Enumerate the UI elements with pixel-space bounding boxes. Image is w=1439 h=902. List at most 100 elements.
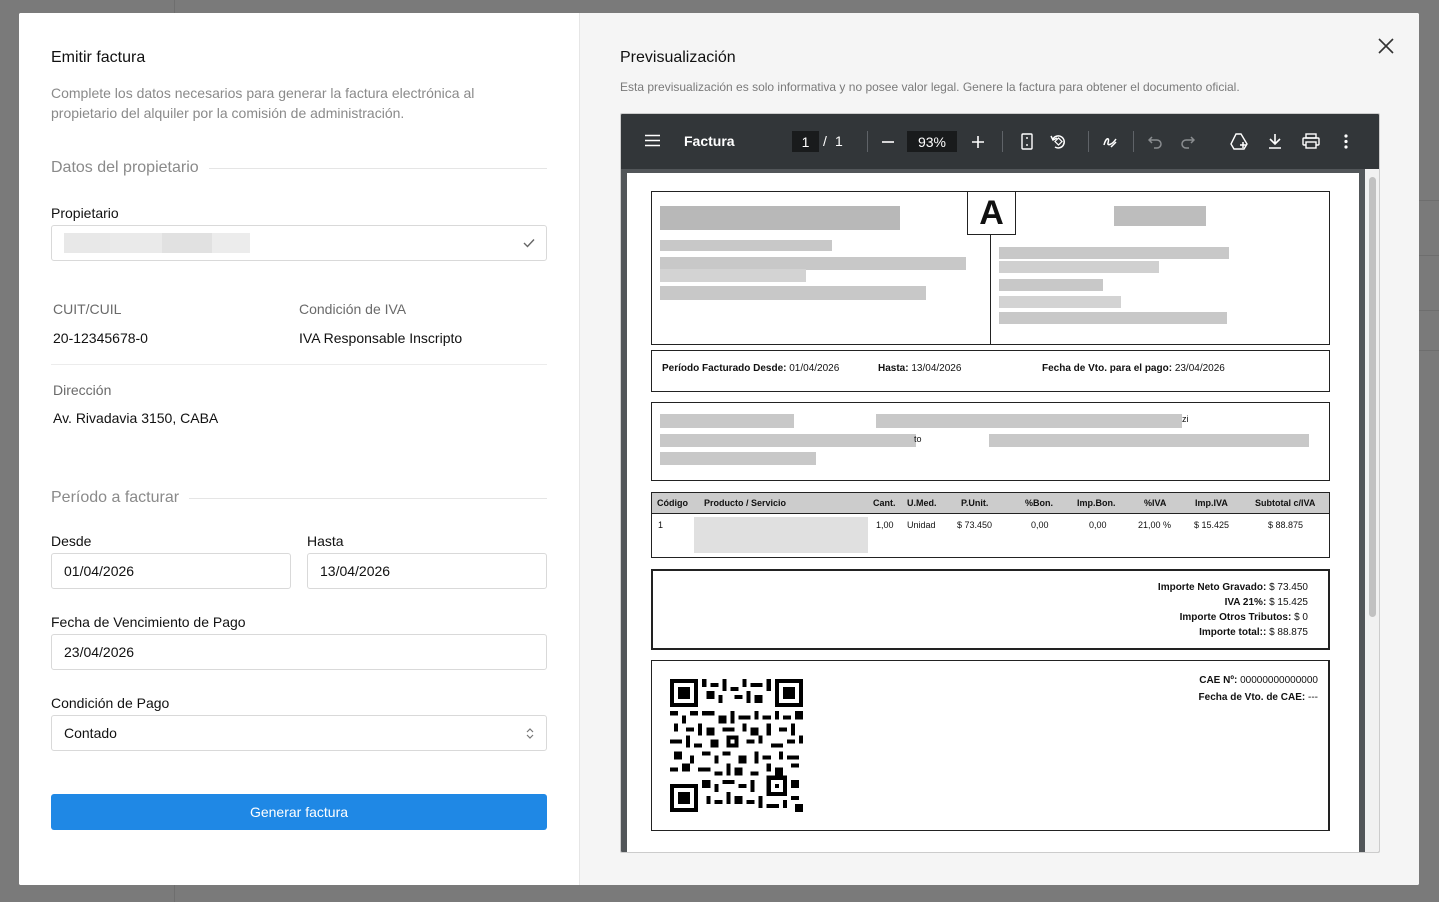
address-label: Dirección: [53, 382, 112, 398]
cuit-value: 20-12345678-0: [53, 330, 148, 346]
menu-icon[interactable]: [645, 134, 660, 147]
to-date-input[interactable]: 13/04/2026: [307, 553, 547, 589]
undo-icon[interactable]: [1148, 135, 1163, 149]
owner-section-title: Datos del propietario: [51, 159, 199, 176]
due-date-label: Fecha de Vencimiento de Pago: [51, 614, 246, 630]
scrollbar-thumb[interactable]: [1369, 177, 1376, 617]
from-date-input[interactable]: 01/04/2026: [51, 553, 291, 589]
redo-icon[interactable]: [1180, 135, 1195, 149]
invoice-page: A Período Facturado Desde: 01/04/2026 Ha…: [627, 173, 1359, 852]
owner-label: Propietario: [51, 205, 119, 221]
col-header: U.Med.: [907, 498, 937, 508]
section-divider: [189, 497, 547, 499]
invoice-info-redacted: [999, 312, 1227, 324]
background-row-divider: [1419, 350, 1439, 351]
pdf-toolbar: Factura 1 / 1 93%: [621, 114, 1379, 169]
col-header: %Bon.: [1025, 498, 1053, 508]
col-header: P.Unit.: [961, 498, 989, 508]
print-icon[interactable]: [1302, 133, 1320, 149]
period-section-header: Período a facturar: [51, 488, 547, 508]
iva-total-value: $ 15.425: [1269, 597, 1308, 608]
page-number-input[interactable]: 1: [792, 131, 819, 152]
preview-description: Esta previsualización es solo informativ…: [620, 80, 1240, 94]
cae-due-label: Fecha de Vto. de CAE:: [1198, 692, 1306, 703]
preview-title: Previsualización: [620, 49, 736, 66]
period-from-value: 01/04/2026: [789, 363, 840, 374]
iva-condition-label: Condición de IVA: [299, 301, 407, 317]
payment-condition-select[interactable]: Contado: [51, 715, 547, 751]
totals-box: Importe Neto Gravado: $ 73.450 IVA 21%: …: [651, 569, 1330, 650]
background-row-divider: [1419, 255, 1439, 256]
cae-label: CAE Nº:: [1199, 675, 1238, 686]
zoom-out-icon[interactable]: [882, 141, 894, 143]
fit-page-icon[interactable]: [1021, 133, 1033, 150]
background-row-divider: [1419, 310, 1439, 311]
qr-code-icon: [670, 679, 803, 812]
issuer-info-redacted: [660, 240, 832, 251]
col-header: Subtotal c/IVA: [1255, 498, 1316, 508]
pdf-viewer: Factura 1 / 1 93% A Período Facturado De…: [620, 113, 1380, 853]
row-cell: 21,00 %: [1138, 520, 1172, 530]
zoom-in-icon[interactable]: [972, 136, 984, 148]
cae-box: CAE Nº: 00000000000000 Fecha de Vto. de …: [651, 660, 1330, 831]
client-info-redacted: [876, 414, 1182, 428]
cuit-label: CUIT/CUIL: [53, 301, 122, 317]
col-header: Imp.Bon.: [1077, 498, 1116, 508]
neto-value: $ 73.450: [1269, 582, 1308, 593]
drive-save-icon[interactable]: [1230, 133, 1248, 150]
due-date-pdf-value: 23/04/2026: [1174, 363, 1225, 374]
items-table: Código Producto / Servicio Cant. U.Med. …: [651, 492, 1330, 558]
details-divider: [51, 364, 547, 365]
invoice-info-redacted: [999, 247, 1229, 259]
pdf-doc-title: Factura: [684, 133, 735, 149]
page-separator: /: [823, 133, 827, 149]
generate-invoice-button[interactable]: Generar factura: [51, 794, 547, 830]
select-chevrons-icon: [526, 728, 534, 739]
toolbar-separator: [1133, 131, 1134, 152]
zoom-level-input[interactable]: 93%: [907, 131, 957, 152]
row-cell: $ 88.875: [1268, 520, 1304, 530]
row-cell: $ 15.425: [1194, 520, 1230, 530]
col-header: Código: [657, 498, 688, 508]
client-info-redacted: [660, 434, 916, 447]
invoice-info-redacted: [999, 279, 1103, 291]
background-row-divider: [1419, 200, 1439, 201]
address-value: Av. Rivadavia 3150, CABA: [53, 410, 219, 426]
cae-value: 00000000000000: [1240, 675, 1318, 686]
check-icon: [523, 239, 535, 248]
row-cell: 0,00: [1089, 520, 1107, 530]
preview-panel: Previsualización Esta previsualización e…: [579, 13, 1419, 885]
issuer-info-redacted: [660, 286, 926, 300]
rotate-icon[interactable]: [1050, 133, 1067, 150]
row-cell: Unidad: [907, 520, 936, 530]
otros-tributos-label: Importe Otros Tributos:: [1179, 612, 1292, 623]
from-date-label: Desde: [51, 533, 92, 549]
due-date-input[interactable]: 23/04/2026: [51, 634, 547, 670]
to-date-label: Hasta: [307, 533, 344, 549]
download-icon[interactable]: [1268, 133, 1282, 149]
annotate-icon[interactable]: [1102, 133, 1118, 149]
period-section-title: Período a facturar: [51, 489, 180, 506]
col-header: Producto / Servicio: [704, 498, 787, 508]
invoice-info-redacted: [999, 296, 1121, 308]
cae-due-value: ---: [1308, 692, 1318, 703]
owner-select[interactable]: [51, 225, 547, 261]
close-icon[interactable]: [1377, 37, 1395, 55]
owner-value-redacted: [64, 233, 250, 253]
neto-label: Importe Neto Gravado:: [1157, 582, 1267, 593]
period-from-label: Período Facturado Desde:: [662, 363, 787, 374]
pdf-canvas[interactable]: A Período Facturado Desde: 01/04/2026 Ha…: [621, 169, 1379, 852]
iva-condition-value: IVA Responsable Inscripto: [299, 330, 463, 346]
col-header: Cant.: [873, 498, 896, 508]
invoice-form-panel: Emitir factura Complete los datos necesa…: [19, 13, 579, 885]
client-info-redacted: [989, 434, 1309, 447]
row-cell: 0,00: [1031, 520, 1049, 530]
invoice-letter: A: [967, 191, 1016, 235]
toolbar-separator: [1002, 131, 1003, 152]
col-header: Imp.IVA: [1195, 498, 1228, 508]
toolbar-separator: [1088, 131, 1089, 152]
pdf-scrollbar[interactable]: [1365, 169, 1379, 852]
more-options-icon[interactable]: [1344, 134, 1348, 149]
owner-details-row: CUIT/CUIL 20-12345678-0 Condición de IVA…: [51, 301, 547, 346]
page-total: 1: [835, 133, 843, 149]
